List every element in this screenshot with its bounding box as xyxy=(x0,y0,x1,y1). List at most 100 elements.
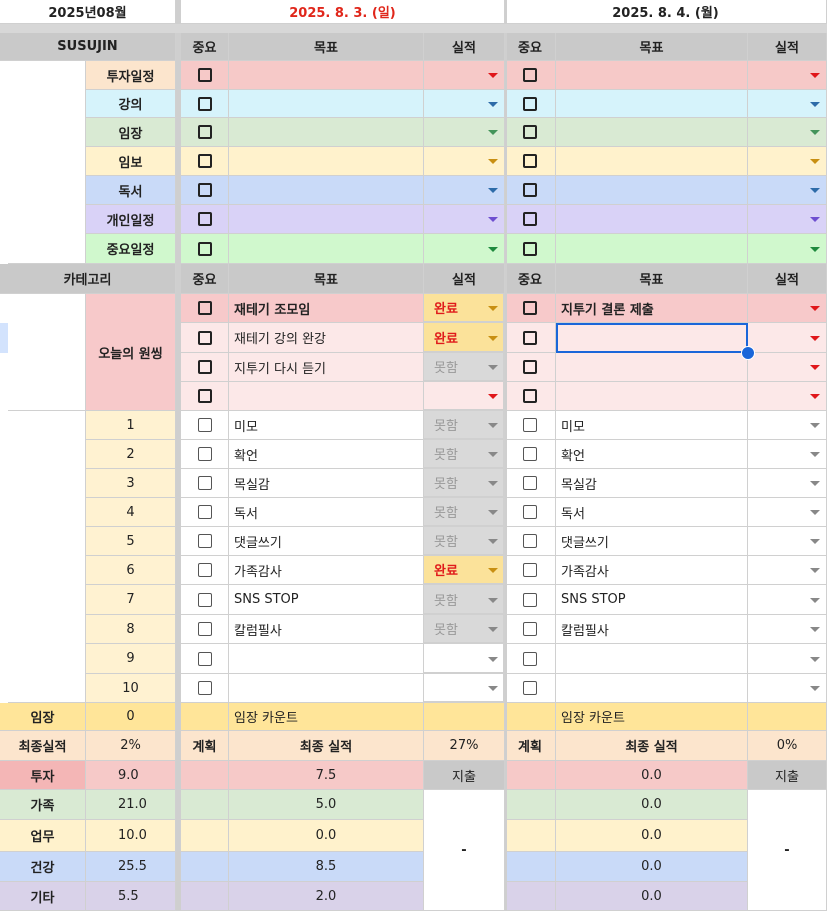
importance-cell[interactable] xyxy=(505,469,556,498)
dropdown-arrow-icon[interactable] xyxy=(810,101,820,107)
dropdown-arrow-icon[interactable] xyxy=(488,365,498,370)
goal-cell[interactable]: 가족감사 xyxy=(556,556,748,585)
importance-cell[interactable] xyxy=(505,411,556,440)
checkbox-icon[interactable] xyxy=(523,125,537,139)
fill-handle[interactable] xyxy=(741,346,755,360)
goal-cell[interactable] xyxy=(556,644,748,674)
checkbox-icon[interactable] xyxy=(197,418,212,432)
result-cell[interactable] xyxy=(424,205,505,234)
checkbox-icon[interactable] xyxy=(523,360,537,374)
importance-cell[interactable] xyxy=(181,147,229,176)
dropdown-arrow-icon[interactable] xyxy=(810,539,820,544)
goal-cell[interactable]: SNS STOP xyxy=(556,585,748,615)
goal-cell[interactable] xyxy=(556,90,748,118)
dropdown-arrow-icon[interactable] xyxy=(810,627,820,632)
result-cell[interactable]: 완료 xyxy=(424,556,505,585)
result-cell[interactable] xyxy=(748,61,827,90)
result-cell[interactable] xyxy=(748,147,827,176)
checkbox-icon[interactable] xyxy=(197,360,212,374)
dropdown-arrow-icon[interactable] xyxy=(810,188,820,193)
importance-cell[interactable] xyxy=(181,176,229,205)
dropdown-arrow-icon[interactable] xyxy=(488,539,498,544)
dropdown-arrow-icon[interactable] xyxy=(488,481,498,486)
importance-cell[interactable] xyxy=(181,585,229,615)
importance-cell[interactable] xyxy=(505,118,556,147)
goal-cell[interactable]: 독서 xyxy=(556,498,748,527)
checkbox-icon[interactable] xyxy=(197,476,212,490)
dropdown-arrow-icon[interactable] xyxy=(488,335,498,341)
importance-cell[interactable] xyxy=(505,353,556,382)
importance-cell[interactable] xyxy=(505,147,556,176)
goal-cell[interactable]: 가족감사 xyxy=(229,556,424,585)
checkbox-icon[interactable] xyxy=(197,125,212,139)
checkbox-icon[interactable] xyxy=(523,681,537,695)
goal-cell[interactable] xyxy=(556,674,748,703)
importance-cell[interactable] xyxy=(505,440,556,469)
checkbox-icon[interactable] xyxy=(523,212,537,226)
goal-cell[interactable] xyxy=(556,176,748,205)
result-cell[interactable]: 못함 xyxy=(424,527,505,556)
checkbox-icon[interactable] xyxy=(523,447,537,461)
goal-cell[interactable] xyxy=(556,61,748,90)
result-cell[interactable] xyxy=(748,90,827,118)
importance-cell[interactable] xyxy=(505,556,556,585)
importance-cell[interactable] xyxy=(181,527,229,556)
checkbox-icon[interactable] xyxy=(523,389,537,403)
checkbox-icon[interactable] xyxy=(197,563,212,577)
result-cell[interactable] xyxy=(748,527,827,556)
checkbox-icon[interactable] xyxy=(197,301,212,315)
importance-cell[interactable] xyxy=(181,615,229,644)
checkbox-icon[interactable] xyxy=(523,183,537,197)
checkbox-icon[interactable] xyxy=(197,96,212,111)
dropdown-arrow-icon[interactable] xyxy=(488,627,498,632)
importance-cell[interactable] xyxy=(505,498,556,527)
importance-cell[interactable] xyxy=(505,61,556,90)
importance-cell[interactable] xyxy=(181,323,229,353)
goal-cell[interactable]: 재테기 조모임 xyxy=(229,294,424,323)
checkbox-icon[interactable] xyxy=(197,681,212,695)
result-cell[interactable]: 완료 xyxy=(424,294,505,323)
importance-cell[interactable] xyxy=(505,527,556,556)
checkbox-icon[interactable] xyxy=(523,476,537,490)
result-cell[interactable]: 못함 xyxy=(424,585,505,615)
goal-cell[interactable] xyxy=(229,176,424,205)
goal-cell[interactable] xyxy=(229,644,424,674)
dropdown-arrow-icon[interactable] xyxy=(810,510,820,515)
dropdown-arrow-icon[interactable] xyxy=(488,246,498,252)
result-cell[interactable] xyxy=(748,176,827,205)
result-cell[interactable]: 못함 xyxy=(424,615,505,644)
checkbox-icon[interactable] xyxy=(197,592,212,607)
goal-cell[interactable]: 칼럼필사 xyxy=(556,615,748,644)
checkbox-icon[interactable] xyxy=(197,534,212,548)
goal-cell[interactable] xyxy=(229,205,424,234)
checkbox-icon[interactable] xyxy=(197,68,212,82)
checkbox-icon[interactable] xyxy=(523,241,537,256)
goal-cell[interactable]: 미모 xyxy=(229,411,424,440)
importance-cell[interactable] xyxy=(181,205,229,234)
dropdown-arrow-icon[interactable] xyxy=(810,306,820,311)
dropdown-arrow-icon[interactable] xyxy=(810,159,820,164)
checkbox-icon[interactable] xyxy=(523,563,537,577)
result-cell[interactable] xyxy=(748,615,827,644)
result-cell[interactable] xyxy=(424,234,505,264)
checkbox-icon[interactable] xyxy=(523,534,537,548)
dropdown-arrow-icon[interactable] xyxy=(810,423,820,428)
checkbox-icon[interactable] xyxy=(523,651,537,666)
goal-cell[interactable]: 목실감 xyxy=(229,469,424,498)
importance-cell[interactable] xyxy=(181,118,229,147)
result-cell[interactable] xyxy=(424,644,505,674)
checkbox-icon[interactable] xyxy=(523,154,537,168)
goal-cell[interactable]: SNS STOP xyxy=(229,585,424,615)
dropdown-arrow-icon[interactable] xyxy=(488,510,498,515)
checkbox-icon[interactable] xyxy=(197,183,212,197)
goal-cell[interactable] xyxy=(556,353,748,382)
result-cell[interactable] xyxy=(748,323,827,353)
checkbox-icon[interactable] xyxy=(523,68,537,82)
goal-cell[interactable]: 재테기 강의 완강 xyxy=(229,323,424,353)
dropdown-arrow-icon[interactable] xyxy=(810,365,820,370)
result-cell[interactable]: 완료 xyxy=(424,323,505,353)
checkbox-icon[interactable] xyxy=(523,301,537,315)
result-cell[interactable] xyxy=(748,469,827,498)
checkbox-icon[interactable] xyxy=(523,96,537,111)
dropdown-arrow-icon[interactable] xyxy=(810,656,820,662)
